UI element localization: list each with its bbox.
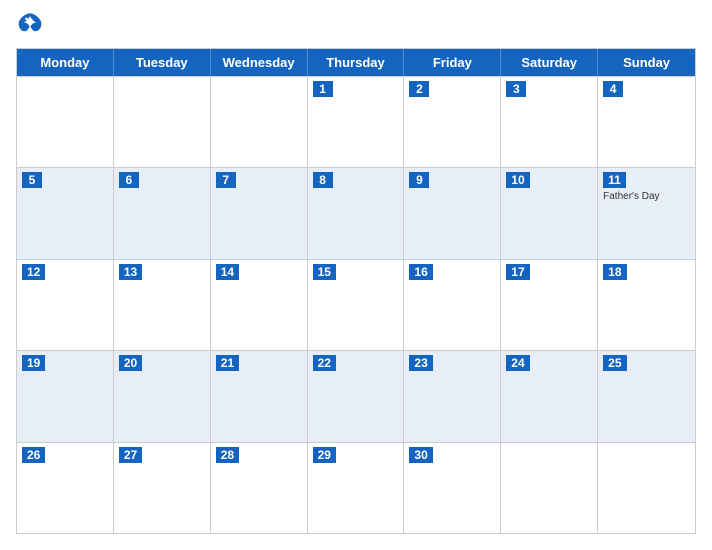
header: [16, 12, 696, 38]
calendar-cell: 23: [404, 351, 501, 441]
calendar-cell: 5: [17, 168, 114, 258]
calendar-cell: 18: [598, 260, 695, 350]
cell-date: 11: [603, 172, 626, 188]
calendar-page: MondayTuesdayWednesdayThursdayFridaySatu…: [0, 0, 712, 550]
cell-date: 14: [216, 264, 239, 280]
calendar-cell: [211, 77, 308, 167]
calendar-cell: 22: [308, 351, 405, 441]
week-row-3: 12 13 14 15 16 17 18: [17, 259, 695, 350]
cell-date: [506, 447, 526, 463]
calendar-cell: 21: [211, 351, 308, 441]
cell-date: 21: [216, 355, 239, 371]
week-row-4: 19 20 21 22 23 24 25: [17, 350, 695, 441]
cell-date: 18: [603, 264, 626, 280]
calendar-cell: 6: [114, 168, 211, 258]
cell-date: 9: [409, 172, 429, 188]
cell-event: Father's Day: [603, 191, 690, 203]
day-header-tuesday: Tuesday: [114, 49, 211, 76]
calendar-cell: 14: [211, 260, 308, 350]
calendar-cell: 10: [501, 168, 598, 258]
calendar: MondayTuesdayWednesdayThursdayFridaySatu…: [16, 48, 696, 534]
day-header-friday: Friday: [404, 49, 501, 76]
calendar-body: 1234567891011Father's Day121314151617181…: [17, 76, 695, 533]
calendar-cell: 1: [308, 77, 405, 167]
day-header-sunday: Sunday: [598, 49, 695, 76]
day-header-thursday: Thursday: [308, 49, 405, 76]
cell-date: 15: [313, 264, 336, 280]
cell-date: 6: [119, 172, 139, 188]
cell-date: 22: [313, 355, 336, 371]
cell-date: 24: [506, 355, 529, 371]
cell-date: 1: [313, 81, 333, 97]
cell-date: 25: [603, 355, 626, 371]
calendar-cell: 25: [598, 351, 695, 441]
calendar-cell: 12: [17, 260, 114, 350]
cell-date: 23: [409, 355, 432, 371]
calendar-cell: 15: [308, 260, 405, 350]
cell-date: 28: [216, 447, 239, 463]
cell-date: [216, 81, 236, 97]
calendar-cell: [114, 77, 211, 167]
cell-date: 26: [22, 447, 45, 463]
day-header-saturday: Saturday: [501, 49, 598, 76]
cell-date: 3: [506, 81, 526, 97]
cell-date: 5: [22, 172, 42, 188]
cell-date: 10: [506, 172, 529, 188]
cell-date: 30: [409, 447, 432, 463]
cell-date: 17: [506, 264, 529, 280]
calendar-cell: 9: [404, 168, 501, 258]
cell-date: [603, 447, 623, 463]
calendar-cell: 3: [501, 77, 598, 167]
calendar-cell: 2: [404, 77, 501, 167]
week-row-1: 1 2 3 4: [17, 76, 695, 167]
calendar-cell: 8: [308, 168, 405, 258]
calendar-cell: [17, 77, 114, 167]
cell-date: 27: [119, 447, 142, 463]
logo-bird-icon: [16, 12, 44, 34]
day-header-wednesday: Wednesday: [211, 49, 308, 76]
cell-date: [119, 81, 139, 97]
calendar-cell: 4: [598, 77, 695, 167]
calendar-cell: 28: [211, 443, 308, 533]
calendar-cell: 24: [501, 351, 598, 441]
calendar-header: MondayTuesdayWednesdayThursdayFridaySatu…: [17, 49, 695, 76]
calendar-cell: 16: [404, 260, 501, 350]
week-row-2: 5 6 7 8 9 10 11 Father's Day: [17, 167, 695, 258]
cell-date: 7: [216, 172, 236, 188]
day-header-monday: Monday: [17, 49, 114, 76]
calendar-cell: 20: [114, 351, 211, 441]
calendar-cell: 7: [211, 168, 308, 258]
cell-date: 2: [409, 81, 429, 97]
calendar-cell: [501, 443, 598, 533]
calendar-cell: 13: [114, 260, 211, 350]
calendar-cell: 17: [501, 260, 598, 350]
calendar-cell: 27: [114, 443, 211, 533]
calendar-cell: 30: [404, 443, 501, 533]
logo: [16, 12, 44, 38]
calendar-cell: 26: [17, 443, 114, 533]
cell-date: 16: [409, 264, 432, 280]
cell-date: 29: [313, 447, 336, 463]
calendar-cell: 11 Father's Day: [598, 168, 695, 258]
cell-date: 19: [22, 355, 45, 371]
cell-date: 20: [119, 355, 142, 371]
calendar-cell: 29: [308, 443, 405, 533]
week-row-5: 26 27 28 29 30: [17, 442, 695, 533]
calendar-cell: 19: [17, 351, 114, 441]
cell-date: 4: [603, 81, 623, 97]
cell-date: 8: [313, 172, 333, 188]
cell-date: 13: [119, 264, 142, 280]
cell-date: 12: [22, 264, 45, 280]
calendar-cell: [598, 443, 695, 533]
cell-date: [22, 81, 42, 97]
